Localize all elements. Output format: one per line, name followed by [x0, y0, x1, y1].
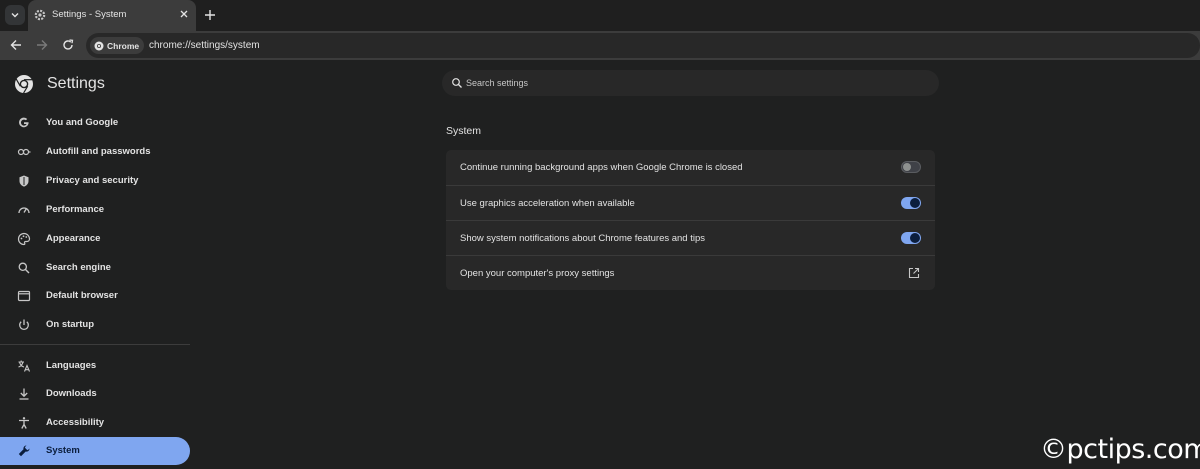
browser-window-icon	[17, 289, 31, 303]
translate-icon	[17, 359, 31, 373]
system-notifications-toggle[interactable]	[901, 232, 921, 244]
system-settings-card: Continue running background apps when Go…	[446, 150, 935, 290]
google-g-icon	[17, 116, 31, 130]
palette-icon	[17, 232, 31, 246]
chrome-logo-icon	[15, 75, 33, 94]
settings-brand: Settings	[14, 74, 105, 94]
chrome-chip[interactable]: Chrome	[90, 37, 144, 54]
close-icon[interactable]	[178, 8, 190, 20]
sidebar-item-search-engine[interactable]: Search engine	[0, 254, 190, 282]
tab-search-button[interactable]	[5, 5, 25, 25]
reload-icon[interactable]	[61, 38, 75, 52]
settings-search[interactable]	[442, 70, 939, 96]
background-apps-toggle[interactable]	[901, 161, 921, 173]
new-tab-icon[interactable]	[203, 8, 217, 22]
sidebar-item-autofill[interactable]: Autofill and passwords	[0, 138, 190, 166]
setting-row-proxy-settings[interactable]: Open your computer's proxy settings	[446, 255, 935, 290]
search-icon	[17, 261, 31, 275]
sidebar-item-label: Performance	[46, 204, 105, 215]
power-icon	[17, 318, 31, 332]
settings-title: Settings	[47, 75, 105, 92]
sidebar-item-on-startup[interactable]: On startup	[0, 311, 190, 339]
sidebar-item-label: Downloads	[46, 388, 97, 399]
sidebar-item-languages[interactable]: Languages	[0, 352, 190, 380]
forward-arrow-icon[interactable]	[35, 38, 49, 52]
chrome-logo-icon	[94, 41, 104, 50]
sidebar-divider	[0, 344, 190, 345]
sidebar-item-appearance[interactable]: Appearance	[0, 225, 190, 253]
sidebar-item-label: Autofill and passwords	[46, 146, 151, 157]
watermark-text: ©pctips.com	[1040, 434, 1200, 465]
search-icon	[452, 78, 462, 88]
sidebar-item-label: Search engine	[46, 262, 111, 273]
sidebar-item-privacy[interactable]: Privacy and security	[0, 167, 190, 195]
speedometer-icon	[17, 203, 31, 217]
sidebar-item-label: On startup	[46, 319, 95, 330]
tab-title: Settings - System	[52, 9, 127, 20]
graphics-acceleration-toggle[interactable]	[901, 197, 921, 209]
sidebar-item-downloads[interactable]: Downloads	[0, 380, 190, 408]
setting-row-background-apps[interactable]: Continue running background apps when Go…	[446, 150, 935, 185]
section-title: System	[446, 125, 482, 137]
setting-label: Open your computer's proxy settings	[460, 268, 615, 279]
sidebar-item-label: Appearance	[46, 233, 101, 244]
setting-row-system-notifications[interactable]: Show system notifications about Chrome f…	[446, 220, 935, 255]
sidebar-item-performance[interactable]: Performance	[0, 196, 190, 224]
sidebar-item-you-and-google[interactable]: You and Google	[0, 109, 190, 137]
chip-label: Chrome	[107, 40, 140, 51]
sidebar-item-accessibility[interactable]: Accessibility	[0, 409, 190, 437]
wrench-icon	[17, 444, 31, 458]
sidebar-item-label: You and Google	[46, 117, 119, 128]
download-icon	[17, 387, 31, 401]
settings-page: Settings You and Google Autofill and pas…	[0, 60, 1200, 469]
setting-label: Show system notifications about Chrome f…	[460, 233, 706, 244]
key-icon	[17, 145, 31, 159]
tab-strip: Settings - System	[0, 0, 1200, 31]
sidebar-item-label: Accessibility	[46, 417, 105, 428]
accessibility-icon	[17, 416, 31, 430]
back-arrow-icon[interactable]	[9, 38, 23, 52]
sidebar-item-system[interactable]: System	[0, 437, 190, 465]
gear-icon	[34, 9, 46, 21]
address-bar[interactable]: Chrome chrome://settings/system	[86, 33, 1200, 58]
setting-label: Continue running background apps when Go…	[460, 162, 743, 173]
sidebar-item-label: Languages	[46, 360, 97, 371]
sidebar-item-default-browser[interactable]: Default browser	[0, 282, 190, 310]
shield-icon	[17, 174, 31, 188]
sidebar-item-label: Privacy and security	[46, 175, 139, 186]
url-text[interactable]: chrome://settings/system	[149, 40, 260, 51]
search-input[interactable]	[466, 75, 926, 91]
setting-label: Use graphics acceleration when available	[460, 198, 635, 209]
setting-row-graphics-acceleration[interactable]: Use graphics acceleration when available	[446, 185, 935, 220]
external-link-icon[interactable]	[908, 267, 920, 279]
browser-toolbar: Chrome chrome://settings/system	[0, 31, 1200, 60]
sidebar-item-label: System	[46, 445, 80, 456]
sidebar-item-label: Default browser	[46, 290, 118, 301]
browser-tab[interactable]: Settings - System	[28, 0, 196, 31]
chevron-down-icon	[11, 13, 19, 18]
